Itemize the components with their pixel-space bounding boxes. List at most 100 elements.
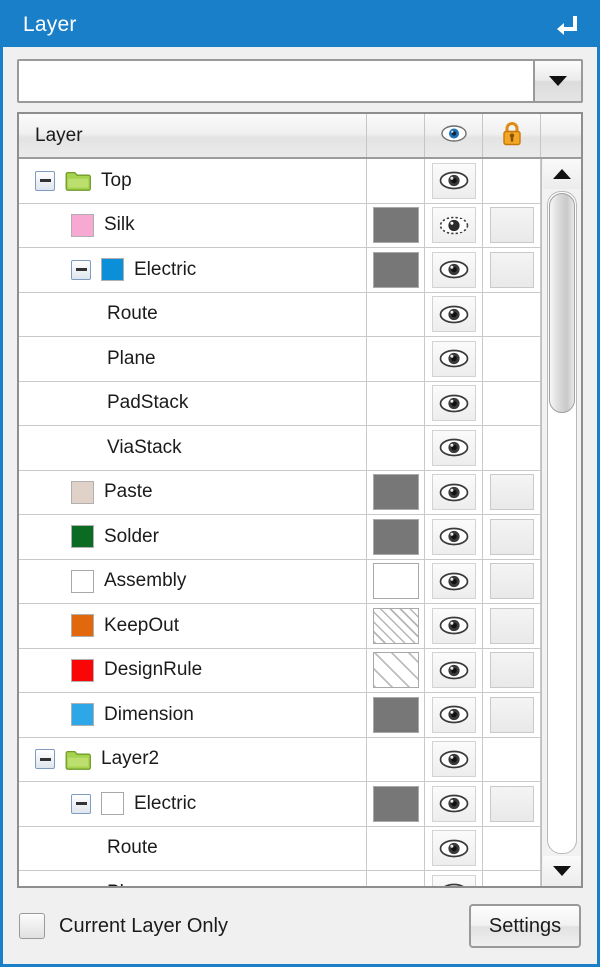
layer-pattern-cell[interactable] xyxy=(367,292,425,336)
layer-pattern-cell[interactable] xyxy=(367,559,425,603)
layer-visibility-cell[interactable] xyxy=(425,782,483,826)
lock-toggle-button[interactable] xyxy=(489,607,534,644)
table-row[interactable]: Top xyxy=(19,159,541,204)
lock-toggle-button[interactable] xyxy=(489,696,534,733)
layer-name-cell[interactable]: Solder xyxy=(19,515,367,559)
layer-lock-cell[interactable] xyxy=(483,648,541,692)
layer-pattern-cell[interactable] xyxy=(367,782,425,826)
layer-pattern-cell[interactable] xyxy=(367,826,425,870)
layer-lock-cell[interactable] xyxy=(483,604,541,648)
column-header-visibility[interactable] xyxy=(425,114,483,157)
column-header-color[interactable] xyxy=(367,114,425,157)
layer-visibility-cell[interactable] xyxy=(425,203,483,247)
layer-pattern-swatch[interactable] xyxy=(372,474,419,511)
layer-name-cell[interactable]: Plane xyxy=(19,337,367,381)
eye-icon[interactable] xyxy=(431,741,476,778)
eye-icon[interactable] xyxy=(431,696,476,733)
eye-icon[interactable] xyxy=(431,563,476,600)
eye-icon[interactable] xyxy=(431,830,476,867)
layer-pattern-cell[interactable] xyxy=(367,203,425,247)
layer-color-swatch[interactable] xyxy=(71,569,94,593)
collapse-toggle-icon[interactable] xyxy=(71,793,91,814)
layer-pattern-swatch[interactable] xyxy=(372,563,419,600)
layer-lock-cell[interactable] xyxy=(483,826,541,870)
layer-combobox[interactable] xyxy=(17,59,583,103)
layer-lock-cell[interactable] xyxy=(483,426,541,470)
lock-toggle-button[interactable] xyxy=(489,251,534,288)
layer-name-cell[interactable]: PadStack xyxy=(19,381,367,425)
eye-icon[interactable] xyxy=(431,474,476,511)
layer-visibility-cell[interactable] xyxy=(425,737,483,781)
collapse-toggle-icon[interactable] xyxy=(35,170,55,191)
eye-icon[interactable] xyxy=(431,296,476,333)
scrollbar-track[interactable] xyxy=(546,191,577,854)
layer-visibility-cell[interactable] xyxy=(425,159,483,203)
collapse-toggle-icon[interactable] xyxy=(71,259,91,280)
layer-visibility-cell[interactable] xyxy=(425,648,483,692)
layer-lock-cell[interactable] xyxy=(483,203,541,247)
table-row[interactable]: Route xyxy=(19,292,541,337)
lock-toggle-button[interactable] xyxy=(489,207,534,244)
layer-lock-cell[interactable] xyxy=(483,159,541,203)
layer-pattern-swatch[interactable] xyxy=(372,652,419,689)
table-row[interactable]: Solder xyxy=(19,515,541,560)
layer-pattern-swatch[interactable] xyxy=(372,696,419,733)
layer-name-cell[interactable]: Electric xyxy=(19,248,367,292)
layer-pattern-cell[interactable] xyxy=(367,248,425,292)
table-row[interactable]: Silk xyxy=(19,203,541,248)
table-row[interactable]: Plane xyxy=(19,871,541,886)
table-row[interactable]: Electric xyxy=(19,782,541,827)
layer-pattern-cell[interactable] xyxy=(367,648,425,692)
eye-partial-icon[interactable] xyxy=(431,207,476,244)
layer-lock-cell[interactable] xyxy=(483,871,541,886)
table-row[interactable]: PadStack xyxy=(19,381,541,426)
layer-pattern-swatch[interactable] xyxy=(372,518,419,555)
table-row[interactable]: Plane xyxy=(19,337,541,382)
layer-lock-cell[interactable] xyxy=(483,381,541,425)
table-row[interactable]: Assembly xyxy=(19,559,541,604)
layer-visibility-cell[interactable] xyxy=(425,604,483,648)
layer-lock-cell[interactable] xyxy=(483,248,541,292)
layer-pattern-swatch[interactable] xyxy=(372,785,419,822)
layer-combobox-value[interactable] xyxy=(19,61,533,101)
table-row[interactable]: Route xyxy=(19,826,541,871)
layer-color-swatch[interactable] xyxy=(71,658,94,682)
layer-pattern-cell[interactable] xyxy=(367,515,425,559)
layer-name-cell[interactable]: Silk xyxy=(19,203,367,247)
eye-icon[interactable] xyxy=(431,429,476,466)
table-row[interactable]: Dimension xyxy=(19,693,541,738)
layer-pattern-swatch[interactable] xyxy=(372,607,419,644)
layer-name-cell[interactable]: Plane xyxy=(19,871,367,886)
lock-toggle-button[interactable] xyxy=(489,518,534,555)
layer-name-cell[interactable]: ViaStack xyxy=(19,426,367,470)
layer-lock-cell[interactable] xyxy=(483,782,541,826)
layer-pattern-cell[interactable] xyxy=(367,381,425,425)
layer-lock-cell[interactable] xyxy=(483,693,541,737)
eye-icon[interactable] xyxy=(431,874,476,886)
layer-visibility-cell[interactable] xyxy=(425,515,483,559)
lock-toggle-button[interactable] xyxy=(489,652,534,689)
column-header-layer[interactable]: Layer xyxy=(19,114,367,157)
chevron-down-icon[interactable] xyxy=(533,61,581,101)
layer-color-swatch[interactable] xyxy=(71,213,94,237)
layer-visibility-cell[interactable] xyxy=(425,826,483,870)
layer-visibility-cell[interactable] xyxy=(425,426,483,470)
layer-lock-cell[interactable] xyxy=(483,737,541,781)
collapse-toggle-icon[interactable] xyxy=(35,749,55,770)
layer-pattern-swatch[interactable] xyxy=(372,251,419,288)
layer-visibility-cell[interactable] xyxy=(425,381,483,425)
layer-visibility-cell[interactable] xyxy=(425,871,483,886)
eye-icon[interactable] xyxy=(431,607,476,644)
layer-name-cell[interactable]: Assembly xyxy=(19,559,367,603)
layer-color-swatch[interactable] xyxy=(71,614,94,638)
layer-pattern-cell[interactable] xyxy=(367,159,425,203)
table-row[interactable]: ViaStack xyxy=(19,426,541,471)
eye-icon[interactable] xyxy=(431,162,476,199)
layer-pattern-cell[interactable] xyxy=(367,871,425,886)
vertical-scrollbar[interactable] xyxy=(541,159,581,886)
layer-visibility-cell[interactable] xyxy=(425,693,483,737)
eye-icon[interactable] xyxy=(431,251,476,288)
lock-toggle-button[interactable] xyxy=(489,563,534,600)
layer-visibility-cell[interactable] xyxy=(425,559,483,603)
column-header-lock[interactable] xyxy=(483,114,541,157)
